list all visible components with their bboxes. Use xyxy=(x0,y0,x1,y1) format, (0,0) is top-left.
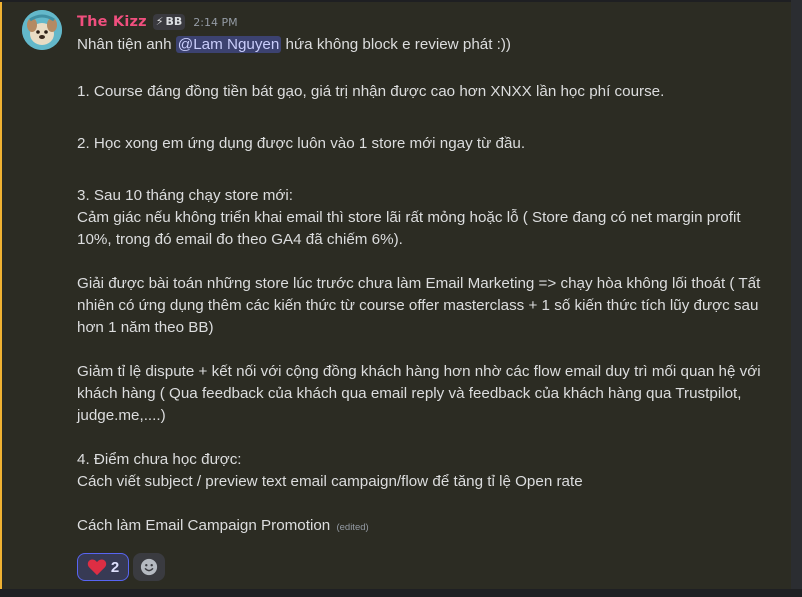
message-content: Nhân tiện anh @Lam Nguyen hứa không bloc… xyxy=(77,34,777,539)
point-3-line: khách hàng ( Qua feedback của khách qua … xyxy=(77,385,742,402)
intro-line: Nhân tiện anh @Lam Nguyen hứa không bloc… xyxy=(77,34,777,56)
heart-reaction-button[interactable]: 2 xyxy=(77,553,129,581)
role-tag[interactable]: ⚡ BB xyxy=(152,14,186,30)
message-header: The Kizz ⚡ BB 2:14 PM xyxy=(77,12,238,32)
reactions-bar: 2 xyxy=(77,553,165,581)
intro-text: Nhân tiện anh xyxy=(77,36,176,53)
edited-label: (edited) xyxy=(336,522,369,533)
point-3-line: Giải được bài toán những store lúc trước… xyxy=(77,275,761,292)
point-1: 1. Course đáng đồng tiền bát gạo, giá tr… xyxy=(77,83,665,100)
point-3-title: 3. Sau 10 tháng chạy store mới: xyxy=(77,187,293,204)
point-3-line: nhiên có ứng dụng thêm các kiến thức từ … xyxy=(77,297,759,314)
point-3-line: 10%, trong đó email đo theo GA4 đã chiếm… xyxy=(77,231,403,248)
add-reaction-button[interactable] xyxy=(133,553,165,581)
window-bottom-border xyxy=(0,589,802,597)
intro-text-after: hứa không block e review phát :)) xyxy=(281,36,511,53)
point-4-line: Cách làm Email Campaign Promotion (edite… xyxy=(77,515,777,539)
window-top-border xyxy=(0,0,802,2)
point-3-line: judge.me,....) xyxy=(77,407,166,424)
lightning-bolt-icon: ⚡ xyxy=(155,15,164,28)
point-3-line: Giảm tỉ lệ dispute + kết nối với cộng đồ… xyxy=(77,363,761,380)
point-4-last-text: Cách làm Email Campaign Promotion xyxy=(77,517,331,534)
point-4-title: 4. Điểm chưa học được: xyxy=(77,451,242,468)
point-4-line: Cách viết subject / preview text email c… xyxy=(77,473,583,490)
heart-icon xyxy=(87,559,107,576)
avatar[interactable] xyxy=(22,10,62,50)
timestamp[interactable]: 2:14 PM xyxy=(193,16,237,29)
reaction-count: 2 xyxy=(110,558,120,576)
point-3-line: Cảm giác nếu không triển khai email thì … xyxy=(77,209,741,226)
scrollbar-track[interactable] xyxy=(791,0,802,597)
role-tag-label: BB xyxy=(165,15,183,28)
point-3-line: hơn 1 năm theo BB) xyxy=(77,319,214,336)
highlight-bar xyxy=(0,2,2,589)
user-mention[interactable]: @Lam Nguyen xyxy=(175,36,282,53)
username[interactable]: The Kizz xyxy=(77,14,147,30)
point-2: 2. Học xong em ứng dụng được luôn vào 1 … xyxy=(77,135,526,152)
smiley-icon xyxy=(140,558,158,576)
dog-avatar-icon xyxy=(22,10,62,50)
